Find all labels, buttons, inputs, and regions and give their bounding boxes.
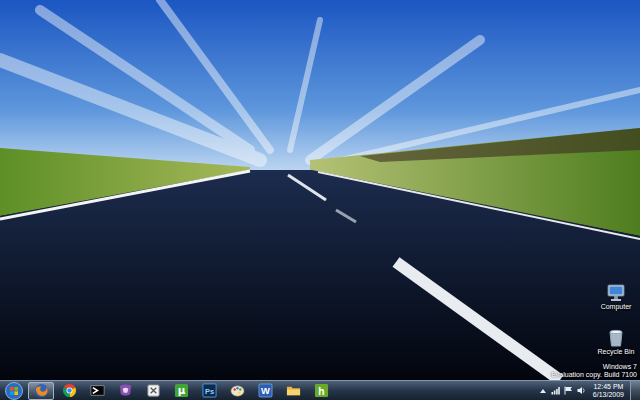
tray-item[interactable] [577, 386, 587, 395]
svg-text:h: h [318, 386, 324, 397]
taskbar-button[interactable] [224, 382, 250, 400]
taskbar-button[interactable] [112, 382, 138, 400]
show-hidden-arrow-icon [539, 387, 547, 395]
show-desktop-button[interactable] [630, 381, 640, 400]
desktop-icon[interactable]: Computer [594, 284, 638, 311]
windows-orb-icon [5, 382, 23, 400]
taskbar-button[interactable] [28, 382, 54, 400]
taskbar-button[interactable] [140, 382, 166, 400]
photoshop-icon: Ps [202, 383, 217, 398]
word-icon: W [258, 383, 273, 398]
firefox-icon [34, 383, 49, 398]
desktop-icon-label: Recycle Bin [598, 348, 635, 356]
action-center-flag-icon [564, 386, 573, 395]
network-icon [551, 386, 560, 395]
taskbar-button[interactable]: Ps [196, 382, 222, 400]
taskbar-button[interactable] [280, 382, 306, 400]
computer-icon [606, 284, 626, 302]
notification-area: 12:45 PM6/13/2009 [534, 381, 640, 400]
taskbar-button[interactable] [56, 382, 82, 400]
torrent-icon: µ [174, 383, 189, 398]
tray-item[interactable] [564, 386, 574, 395]
taskbar-items: µ Ps Wh [28, 382, 534, 400]
clock-time: 12:45 PM [593, 383, 624, 391]
volume-icon [577, 386, 586, 395]
desktop-screen: Computer Recycle Bin Windows 7Evaluation c… [0, 0, 640, 400]
desktop[interactable]: Computer Recycle Bin Windows 7Evaluation c… [0, 0, 640, 380]
messenger-icon [118, 383, 133, 398]
tray-item[interactable] [538, 387, 548, 395]
desktop-icon[interactable]: Recycle Bin [594, 329, 638, 356]
gadget-icon [146, 383, 161, 398]
editor-icon: h [314, 383, 329, 398]
folder-icon [286, 383, 301, 398]
tray-item[interactable] [551, 386, 561, 395]
svg-text:W: W [261, 386, 270, 396]
watermark-line: Evaluation copy. Build 7100 [551, 371, 637, 379]
taskbar: µ Ps Wh 12:45 PM6/13/2009 [0, 380, 640, 400]
terminal-icon [90, 383, 105, 398]
svg-text:Ps: Ps [204, 387, 213, 396]
watermark: Windows 7Evaluation copy. Build 7100 [551, 363, 637, 379]
chrome-icon [62, 383, 77, 398]
recycle-bin-icon [606, 329, 626, 347]
taskbar-button[interactable]: µ [168, 382, 194, 400]
svg-text:µ: µ [177, 384, 185, 396]
watermark-line: Windows 7 [551, 363, 637, 371]
desktop-icon-label: Computer [601, 303, 632, 311]
paint-palette-icon [230, 383, 245, 398]
taskbar-button[interactable]: W [252, 382, 278, 400]
clock-date: 6/13/2009 [593, 391, 624, 399]
clock[interactable]: 12:45 PM6/13/2009 [590, 383, 627, 399]
wallpaper [0, 0, 640, 380]
start-button[interactable] [0, 382, 28, 400]
taskbar-button[interactable]: h [308, 382, 334, 400]
taskbar-button[interactable] [84, 382, 110, 400]
desktop-icons: Computer Recycle Bin [594, 284, 638, 356]
